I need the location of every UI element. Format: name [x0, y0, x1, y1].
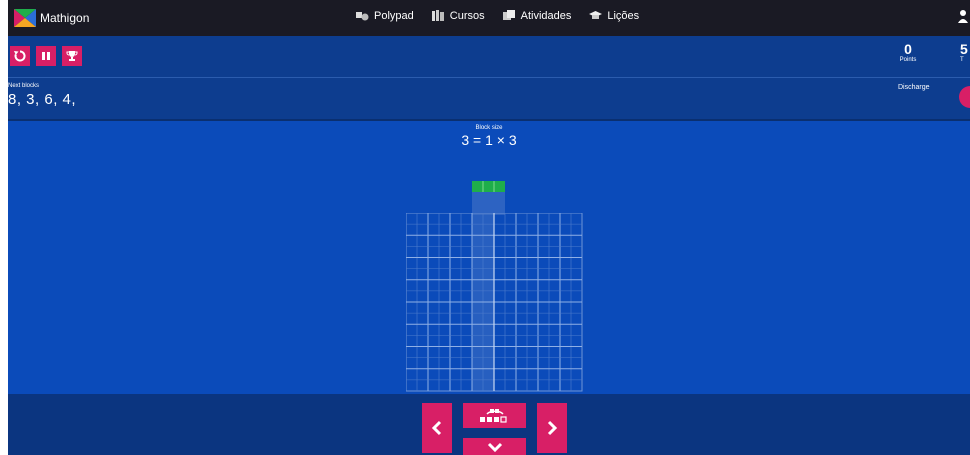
secondary-score-value: 5	[960, 41, 968, 57]
points-label: Points	[899, 57, 917, 63]
rotate-block-button[interactable]	[463, 403, 526, 428]
discharge-button[interactable]	[959, 86, 970, 108]
falling-block[interactable]	[472, 179, 508, 215]
pause-button[interactable]	[36, 46, 56, 66]
trophy-button[interactable]	[62, 46, 82, 66]
nav-item-cursos[interactable]: Cursos	[431, 10, 485, 22]
move-down-button[interactable]	[463, 438, 526, 455]
next-blocks-values: 8, 3, 6, 4,	[8, 91, 77, 108]
points-display: 0 Points	[888, 42, 928, 64]
brand-name[interactable]: Mathigon	[40, 11, 89, 25]
nav-label: Cursos	[449, 10, 485, 22]
points-value: 0	[904, 41, 912, 57]
block-size-display: Block size 3 = 1 × 3	[8, 125, 970, 148]
play-area: Block size 3 = 1 × 3	[8, 121, 970, 394]
secondary-score-label: T	[960, 57, 964, 63]
nav-item-licoes[interactable]: Lições	[589, 10, 639, 22]
nav-label: Lições	[607, 10, 640, 22]
game-frame: Mathigon Polypad Cursos Atividades Liçõe…	[8, 0, 970, 455]
polypad-icon	[356, 12, 369, 21]
next-blocks-bar: Next blocks 8, 3, 6, 4, Discharge	[8, 78, 970, 121]
block-size-equation: 3 = 1 × 3	[461, 132, 517, 148]
bottom-controls	[8, 394, 970, 455]
game-grid[interactable]	[406, 213, 584, 393]
nav-item-atividades[interactable]: Atividades	[502, 10, 572, 22]
secondary-score-display: 5 T	[960, 42, 968, 64]
discharge-label: Discharge	[898, 84, 930, 91]
nav-item-polypad[interactable]: Polypad	[356, 10, 414, 22]
next-blocks-label: Next blocks	[8, 83, 40, 89]
restart-icon	[14, 50, 26, 62]
nav-label: Atividades	[520, 10, 572, 22]
grid-lines	[406, 213, 582, 391]
chevron-left-icon	[431, 420, 442, 436]
move-left-button[interactable]	[422, 403, 452, 453]
mathigon-logo-icon[interactable]	[14, 9, 36, 27]
user-icon[interactable]	[958, 9, 968, 23]
move-right-button[interactable]	[537, 403, 567, 453]
pause-icon	[42, 52, 50, 60]
nav-label: Polypad	[374, 10, 414, 22]
chevron-right-icon	[547, 420, 558, 436]
courses-icon	[431, 10, 444, 21]
block-size-label: Block size	[475, 125, 503, 131]
top-navigation: Mathigon Polypad Cursos Atividades Liçõe…	[8, 0, 970, 36]
rotate-block-icon	[479, 408, 507, 423]
restart-button[interactable]	[10, 46, 30, 66]
main-nav: Polypad Cursos Atividades Lições	[356, 10, 639, 22]
game-control-bar: 0 Points 5 T	[8, 36, 970, 78]
chevron-down-icon	[487, 442, 502, 452]
lessons-icon	[589, 11, 603, 19]
activities-icon	[502, 10, 515, 20]
trophy-icon	[66, 51, 78, 61]
